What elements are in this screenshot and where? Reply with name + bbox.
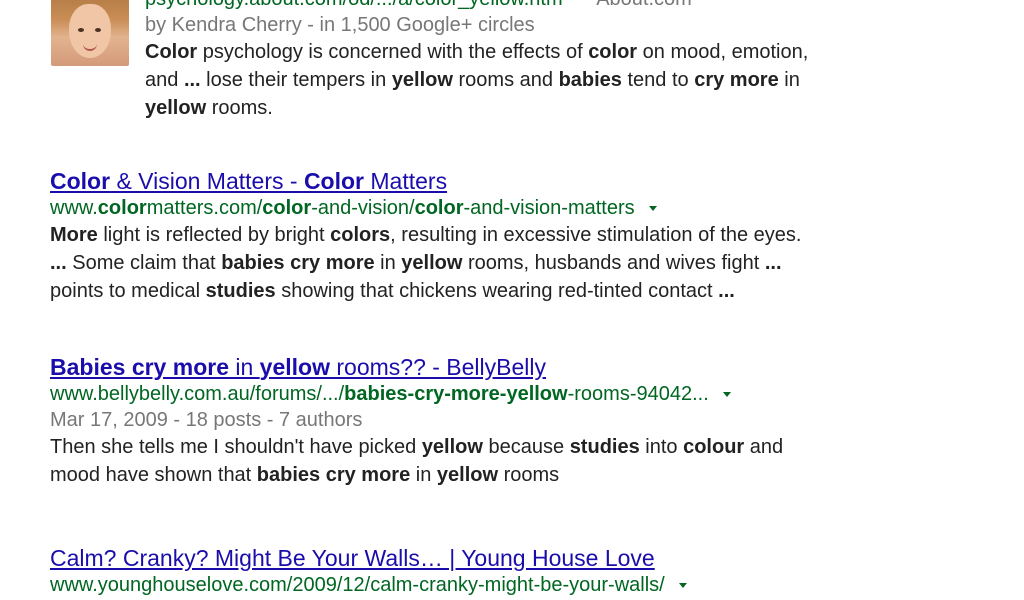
search-result-2: Color & Vision Matters - Color Matters w… — [50, 167, 980, 305]
result-url-text[interactable]: www.bellybelly.com.au/forums/.../babies-… — [50, 383, 709, 405]
eye-right — [95, 28, 101, 32]
author-photo[interactable] — [51, 0, 129, 66]
result-url: www.colormatters.com/color-and-vision/co… — [50, 195, 980, 221]
result-snippet: Then she tells me I shouldn't have picke… — [50, 436, 784, 486]
mouth — [83, 44, 97, 51]
result-title-link[interactable]: Babies cry more in yellow rooms?? - Bell… — [50, 353, 980, 381]
result-title-link[interactable]: Color & Vision Matters - Color Matters — [50, 167, 980, 195]
result-site-name: About.com — [596, 0, 692, 10]
result-url-text[interactable]: www.younghouselove.com/2009/12/calm-cran… — [50, 574, 665, 596]
result-snippet: Color psychology is concerned with the e… — [145, 41, 809, 119]
search-result-1: psychology.about.com/od/.../a/color_yell… — [145, 0, 1005, 122]
result-date-meta: Mar 17, 2009 - 18 posts - 7 authors — [50, 409, 363, 431]
result-url: www.bellybelly.com.au/forums/.../babies-… — [50, 381, 980, 407]
result-url: www.younghouselove.com/2009/12/calm-cran… — [50, 572, 980, 598]
result-author[interactable]: by Kendra Cherry - in 1,500 Google+ circ… — [145, 12, 1005, 38]
search-result-3: Babies cry more in yellow rooms?? - Bell… — [50, 353, 980, 489]
search-result-4: Calm? Cranky? Might Be Your Walls… | You… — [50, 544, 980, 598]
result-url-text[interactable]: psychology.about.com/od/.../a/color_yell… — [145, 0, 563, 10]
dropdown-arrow-icon[interactable] — [722, 392, 731, 398]
dropdown-arrow-icon[interactable] — [648, 206, 657, 212]
result-url-text[interactable]: www.colormatters.com/color-and-vision/co… — [50, 197, 635, 219]
result-title-link[interactable]: Calm? Cranky? Might Be Your Walls… | You… — [50, 544, 980, 572]
result-url: psychology.about.com/od/.../a/color_yell… — [145, 0, 1005, 12]
dropdown-arrow-icon[interactable] — [678, 583, 687, 589]
face-shape — [69, 4, 111, 58]
eye-left — [78, 28, 84, 32]
result-snippet: More light is reflected by bright colors… — [50, 224, 802, 302]
